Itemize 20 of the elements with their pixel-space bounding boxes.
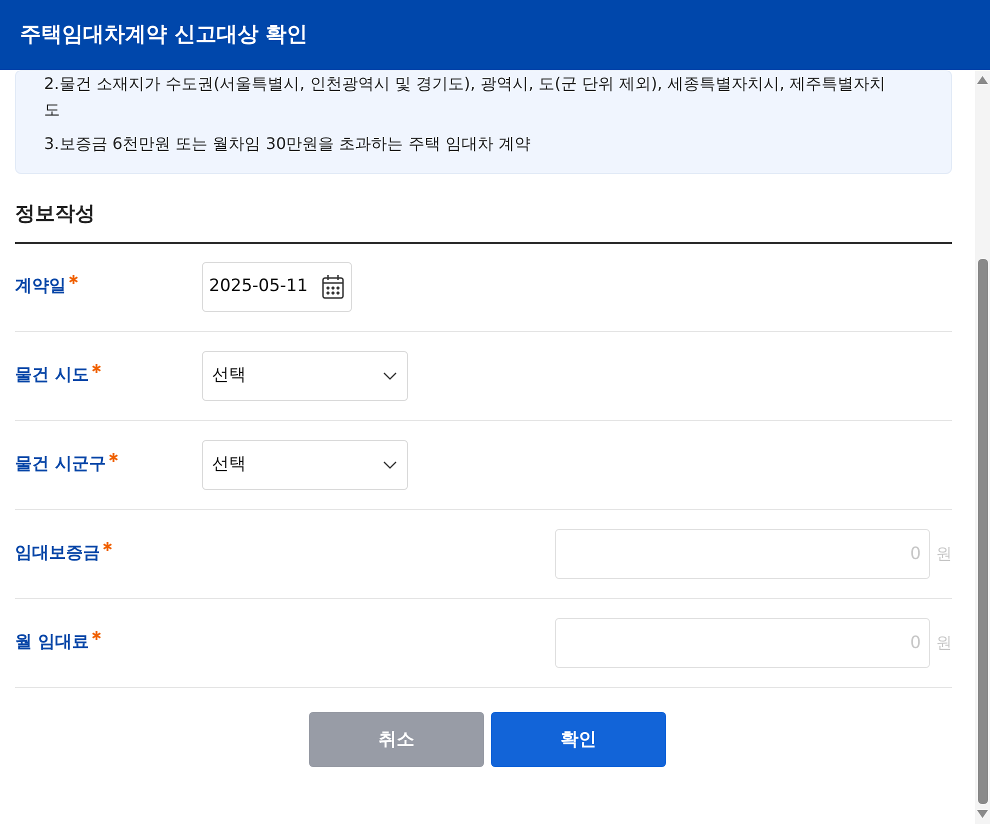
scroll-down-icon[interactable] <box>977 810 988 818</box>
date-value: 2025-05-11 <box>209 274 308 298</box>
scroll-up-icon[interactable] <box>977 76 988 84</box>
select-field[interactable]: 선택 <box>202 351 408 401</box>
date-field[interactable]: 2025-05-11 <box>202 262 352 312</box>
dialog-title: 주택임대차계약 신고대상 확인 <box>20 21 308 48</box>
section-title: 정보작성 <box>15 198 952 244</box>
field-label: 임대보증금 <box>15 542 100 566</box>
notice-text: 2.물건 소재지가 수도권(서울특별시, 인천광역시 및 경기도), 광역시, 도(군 단위 제외), 세종특별자치시, 제주특별자치도 <box>44 73 887 121</box>
field-label: 물건 시군구 <box>15 453 106 476</box>
confirm-button[interactable]: 확인 <box>491 712 666 767</box>
notice-text: 3.보증금 6천만원 또는 월차임 30만원을 초과하는 주택 임대차 계약 <box>44 133 532 155</box>
select-field[interactable]: 선택 <box>202 440 408 490</box>
field-label: 계약일 <box>15 274 66 298</box>
chevron-down-icon <box>383 461 397 469</box>
scrollbar-thumb[interactable] <box>978 259 988 804</box>
field-label: 월 임대료 <box>15 631 89 654</box>
chevron-down-icon <box>383 372 397 380</box>
field-label: 물건 시도 <box>15 364 89 388</box>
calendar-icon <box>321 274 345 300</box>
